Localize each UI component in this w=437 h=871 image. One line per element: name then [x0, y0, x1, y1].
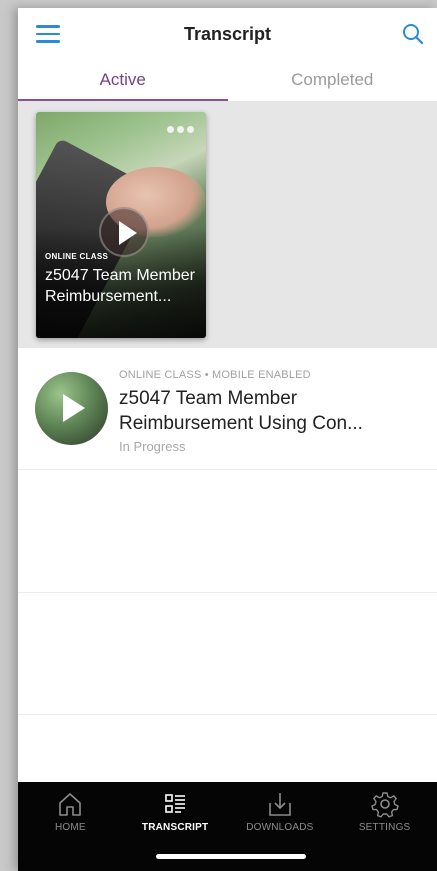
- play-icon[interactable]: [99, 207, 149, 257]
- course-meta: ONLINE CLASS • MOBILE ENABLED: [119, 369, 311, 381]
- top-bar: Transcript: [18, 8, 437, 60]
- downloads-icon: [269, 793, 291, 816]
- nav-settings[interactable]: SETTINGS: [332, 790, 437, 844]
- nav-home[interactable]: HOME: [18, 790, 123, 844]
- nav-downloads[interactable]: DOWNLOADS: [228, 790, 333, 844]
- nav-home-label: HOME: [54, 822, 86, 833]
- home-indicator-bar: [156, 854, 306, 859]
- page-title: Transcript: [183, 23, 272, 44]
- featured-carousel: ONLINE CLASS z5047 Team Member Reimburse…: [18, 102, 437, 348]
- nav-transcript[interactable]: TRANSCRIPT: [123, 790, 228, 844]
- nav-settings-label: SETTINGS: [358, 822, 411, 833]
- list-item[interactable]: ONLINE CLASS • MOBILE ENABLED z5047 Team…: [18, 348, 437, 470]
- nav-downloads-label: DOWNLOADS: [246, 822, 314, 833]
- card-title: z5047 Team Member Reimbursement...: [45, 267, 195, 305]
- hamburger-menu-icon[interactable]: [36, 25, 60, 43]
- divider: [18, 714, 437, 715]
- nav-transcript-label: TRANSCRIPT: [141, 822, 209, 833]
- search-icon[interactable]: [401, 22, 425, 46]
- tab-active[interactable]: Active: [18, 60, 228, 101]
- card-type-label: ONLINE CLASS: [45, 252, 109, 261]
- home-icon: [59, 793, 82, 816]
- bottom-navigation: HOME TRANSCRIPT DOWNLOADS SETTINGS: [18, 782, 437, 871]
- course-status: In Progress: [119, 439, 186, 454]
- divider: [18, 592, 437, 593]
- featured-course-card[interactable]: ONLINE CLASS z5047 Team Member Reimburse…: [36, 112, 206, 338]
- course-title: z5047 Team Member Reimbursement Using Co…: [119, 388, 363, 434]
- transcript-tabs: Active Completed: [18, 60, 437, 102]
- play-icon: [55, 390, 91, 426]
- transcript-icon: [165, 794, 186, 813]
- app-screen: Transcript Active Completed ONLINE CLASS…: [18, 8, 437, 871]
- more-options-icon[interactable]: [167, 126, 194, 133]
- course-thumbnail: [35, 372, 108, 445]
- settings-gear-icon: [370, 792, 399, 818]
- tab-completed[interactable]: Completed: [228, 60, 437, 101]
